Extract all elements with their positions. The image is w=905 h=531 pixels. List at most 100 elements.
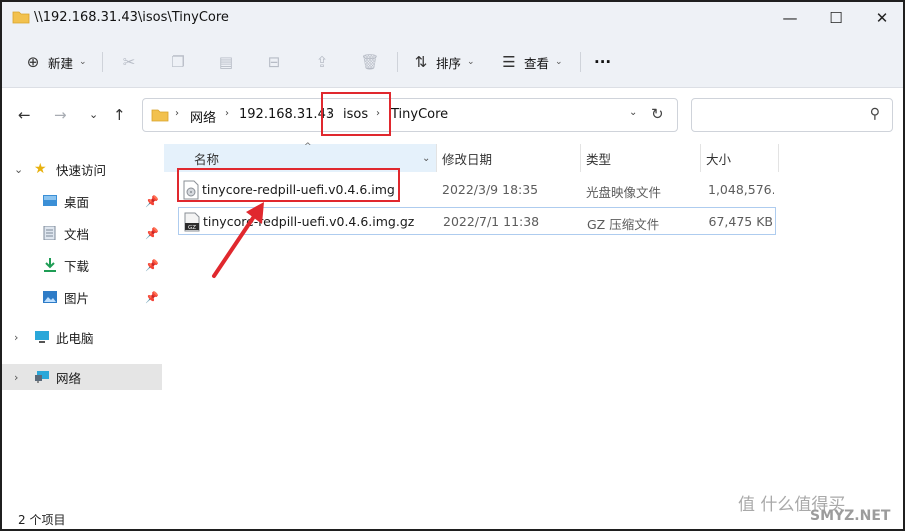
column-header-modified[interactable]: 修改日期 — [442, 144, 492, 172]
toolbar-divider — [580, 52, 581, 72]
chevron-down-icon: ⌄ — [467, 57, 475, 67]
share-button[interactable]: ⇪ — [313, 50, 331, 74]
column-filter-chevron-icon[interactable]: ⌄ — [422, 153, 430, 164]
command-bar: ⊕ 新建 ⌄ ✂ ❐ ▤ ⊟ ⇪ 🗑 ⇅ 排序 ⌄ ☰ 查看 ⌄ ··· — [2, 36, 903, 88]
sidebar-item-quick-access[interactable]: ⌄ ★ 快速访问 — [2, 156, 162, 182]
sort-button-label: 排序 — [436, 55, 462, 71]
star-icon: ★ — [34, 161, 47, 177]
chevron-right-icon: › — [225, 108, 229, 119]
file-modified: 2022/3/9 18:35 — [442, 182, 539, 197]
column-divider — [580, 144, 581, 172]
column-header-name[interactable]: 名称 ^ ⌄ — [164, 142, 436, 172]
sidebar-item-desktop[interactable]: 桌面 📌 — [2, 188, 162, 214]
window-title: \\192.168.31.43\isos\TinyCore — [34, 10, 229, 25]
documents-icon — [43, 226, 56, 240]
breadcrumb-tinycore[interactable]: TinyCore — [391, 107, 448, 122]
watermark: 值 什么值得买 SMYZ.NET — [726, 490, 901, 528]
file-type: 光盘映像文件 — [586, 185, 662, 200]
address-row: ← → ⌄ ↑ › 网络 › 192.168.31.43 › isos › Ti… — [2, 88, 903, 144]
more-options-button[interactable]: ··· — [594, 50, 611, 74]
file-explorer-window: \\192.168.31.43\isos\TinyCore — ☐ ✕ ⊕ 新建… — [0, 0, 905, 531]
sidebar-item-downloads[interactable]: 下载 📌 — [2, 252, 162, 278]
column-header-label: 名称 — [194, 151, 220, 167]
sidebar-item-label: 此电脑 — [56, 330, 94, 346]
breadcrumb-isos[interactable]: isos — [343, 107, 368, 122]
sort-arrows-icon: ⇅ — [414, 53, 428, 71]
status-item-count: 2 个项目 — [18, 513, 66, 527]
rename-icon: ⊟ — [267, 53, 281, 71]
sidebar-item-documents[interactable]: 文档 📌 — [2, 220, 162, 246]
new-button[interactable]: ⊕ 新建 ⌄ — [24, 50, 87, 74]
watermark-site-text: SMYZ.NET — [810, 508, 891, 524]
pin-icon[interactable]: 📌 — [145, 195, 159, 208]
clipboard-icon: ▤ — [218, 53, 234, 71]
sidebar-item-pictures[interactable]: 图片 📌 — [2, 284, 162, 310]
file-size: 67,475 KB — [708, 214, 773, 229]
file-name: tinycore-redpill-uefi.v0.4.6.img — [202, 182, 395, 197]
pin-icon[interactable]: 📌 — [145, 227, 159, 240]
back-arrow-icon[interactable]: ← — [18, 106, 31, 124]
column-header-label: 修改日期 — [442, 151, 493, 167]
network-icon — [35, 371, 49, 383]
column-divider — [700, 144, 701, 172]
address-dropdown-icon[interactable]: ⌄ — [629, 107, 637, 118]
pictures-icon — [43, 291, 57, 303]
sort-button[interactable]: ⇅ 排序 ⌄ — [412, 50, 475, 74]
view-button[interactable]: ☰ 查看 ⌄ — [500, 50, 563, 74]
column-header-type[interactable]: 类型 — [586, 144, 611, 172]
pin-icon[interactable]: 📌 — [145, 291, 159, 304]
sidebar-item-label: 下载 — [64, 258, 90, 274]
chevron-right-icon[interactable]: › — [14, 371, 18, 384]
delete-button[interactable]: 🗑 — [360, 50, 380, 74]
computer-icon — [35, 331, 49, 343]
column-header-size[interactable]: 大小 — [706, 144, 731, 172]
title-bar: \\192.168.31.43\isos\TinyCore — ☐ ✕ — [2, 2, 903, 36]
up-arrow-icon[interactable]: ↑ — [113, 106, 126, 124]
refresh-icon[interactable]: ↻ — [651, 105, 664, 123]
chevron-down-icon: ⌄ — [555, 57, 563, 67]
column-divider — [778, 144, 779, 172]
folder-icon — [151, 109, 169, 122]
close-button[interactable]: ✕ — [859, 2, 905, 34]
chevron-down-icon[interactable]: ⌄ — [14, 163, 23, 176]
toolbar-divider — [397, 52, 398, 72]
chevron-right-icon: › — [175, 108, 179, 119]
file-modified: 2022/7/1 11:38 — [443, 214, 540, 229]
copy-button[interactable]: ❐ — [169, 50, 187, 74]
disc-image-file-icon — [183, 180, 199, 200]
paste-button[interactable]: ▤ — [217, 50, 235, 74]
pin-icon[interactable]: 📌 — [145, 259, 159, 272]
gz-archive-file-icon: GZ — [184, 212, 200, 232]
sidebar-item-label: 图片 — [64, 290, 90, 306]
breadcrumb-network[interactable]: 网络 — [190, 107, 216, 126]
address-bar[interactable]: › 网络 › 192.168.31.43 › isos › TinyCore ⌄… — [142, 98, 678, 132]
new-button-label: 新建 — [48, 55, 74, 71]
sidebar-item-label: 快速访问 — [56, 162, 107, 178]
share-icon: ⇪ — [315, 53, 329, 71]
file-size: 1,048,576... — [708, 182, 774, 197]
sidebar-item-label: 桌面 — [64, 194, 90, 210]
plus-circle-icon: ⊕ — [26, 53, 40, 71]
sidebar-item-network[interactable]: › 网络 — [2, 364, 162, 390]
chevron-right-icon: › — [328, 108, 332, 119]
maximize-button[interactable]: ☐ — [813, 2, 859, 34]
trash-icon: 🗑 — [360, 53, 380, 71]
search-input[interactable]: ⚲ — [691, 98, 893, 132]
sidebar-item-label: 网络 — [56, 370, 82, 386]
search-icon: ⚲ — [869, 106, 880, 122]
rename-button[interactable]: ⊟ — [265, 50, 283, 74]
breadcrumb-host[interactable]: 192.168.31.43 — [239, 107, 334, 122]
chevron-right-icon: › — [376, 108, 380, 119]
recent-locations-chevron-icon[interactable]: ⌄ — [89, 108, 98, 121]
navigation-pane: ⌄ ★ 快速访问 桌面 📌 文档 📌 下载 📌 图片 📌 › 此电脑 › 网络 — [2, 144, 164, 508]
cut-button[interactable]: ✂ — [120, 50, 138, 74]
sidebar-item-this-pc[interactable]: › 此电脑 — [2, 324, 162, 350]
copy-icon: ❐ — [171, 53, 185, 71]
minimize-button[interactable]: — — [767, 2, 813, 34]
chevron-right-icon[interactable]: › — [14, 331, 18, 344]
view-button-label: 查看 — [524, 55, 550, 71]
download-icon — [44, 258, 56, 272]
annotation-arrow-icon — [212, 202, 264, 278]
forward-arrow-icon[interactable]: → — [54, 106, 67, 124]
file-list: 名称 ^ ⌄ 修改日期 类型 大小 tinycore-redpill-uefi.… — [164, 142, 903, 508]
